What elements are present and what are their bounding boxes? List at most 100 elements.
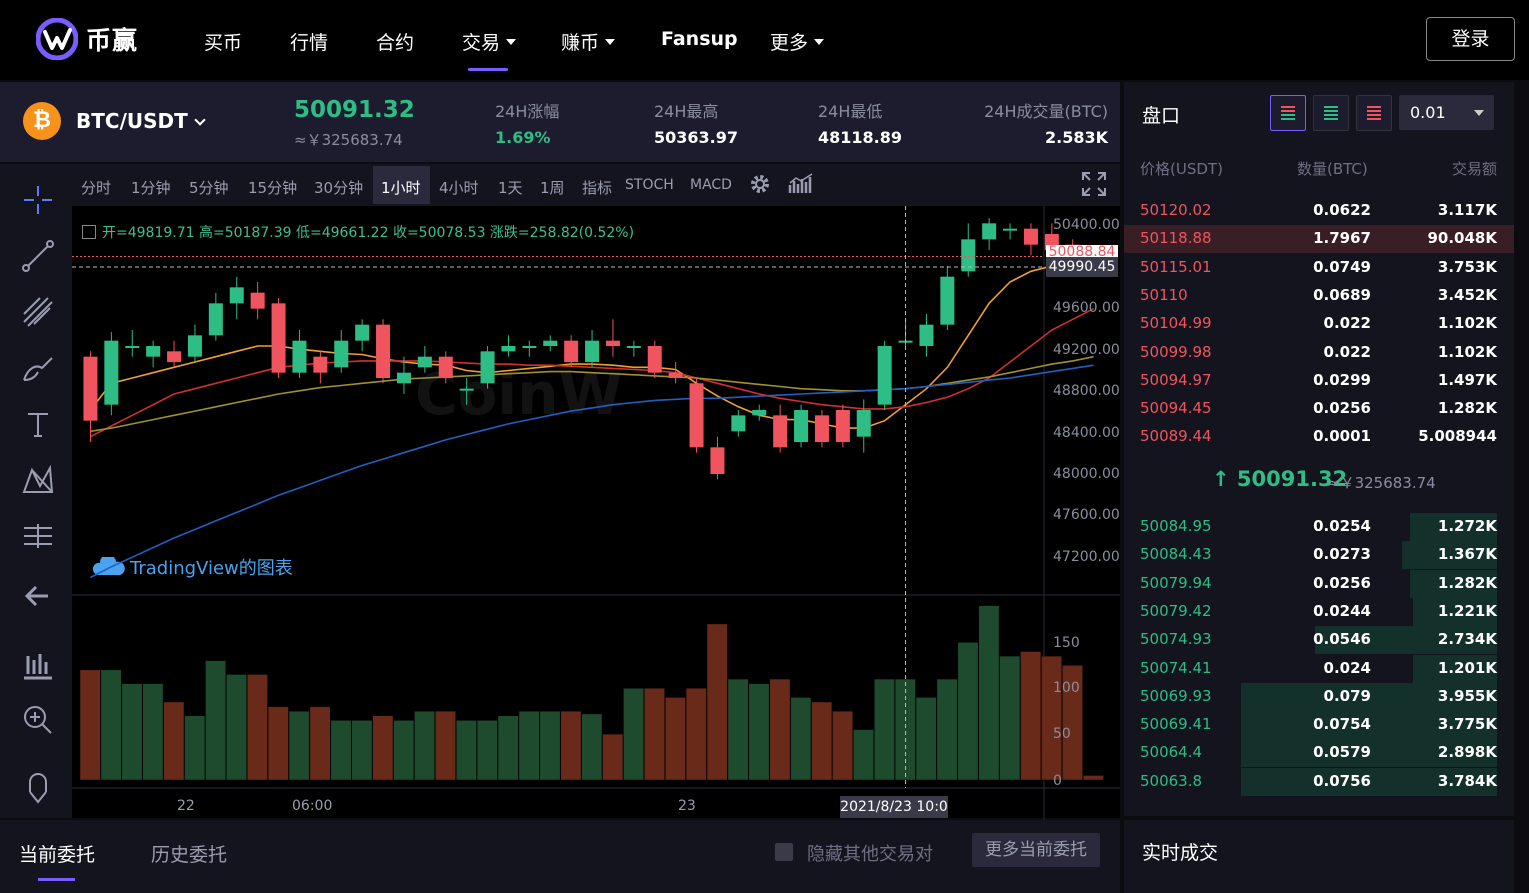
gear-icon[interactable] bbox=[748, 172, 772, 196]
view-asks-button[interactable] bbox=[1356, 95, 1392, 131]
pattern-icon[interactable] bbox=[20, 462, 56, 498]
arrow-back-icon[interactable] bbox=[20, 578, 56, 614]
nav-item-markets[interactable]: 行情 bbox=[290, 28, 328, 55]
volume-bar bbox=[205, 660, 227, 781]
nav-item-earn[interactable]: 赚币 bbox=[561, 28, 616, 55]
zoom-in-icon[interactable] bbox=[20, 702, 56, 738]
recent-trades-title: 实时成交 bbox=[1142, 842, 1219, 864]
volume-bar bbox=[414, 710, 436, 781]
pitchfork-icon[interactable] bbox=[20, 294, 56, 330]
brush-icon[interactable] bbox=[20, 350, 56, 386]
interval-15m[interactable]: 15分钟 bbox=[248, 177, 297, 198]
trend-line-icon[interactable] bbox=[20, 238, 56, 274]
interval-1w[interactable]: 1周 bbox=[540, 177, 565, 198]
chevron-down-icon bbox=[1474, 110, 1484, 116]
bid-row[interactable]: 50064.4 0.0579 2.898K bbox=[1124, 739, 1514, 768]
fullscreen-icon[interactable] bbox=[1081, 171, 1107, 197]
candlestick-chart[interactable] bbox=[72, 206, 1120, 820]
candles-icon[interactable] bbox=[20, 648, 56, 684]
candle-body bbox=[794, 410, 809, 442]
nav-item-fansup[interactable]: Fansup bbox=[661, 28, 738, 50]
volume-bar bbox=[1041, 655, 1063, 781]
text-tool-icon[interactable] bbox=[20, 406, 56, 442]
precision-select[interactable]: 0.01 bbox=[1399, 95, 1494, 130]
chart-type-icon[interactable] bbox=[788, 173, 814, 195]
nav-item-trade[interactable]: 交易 bbox=[462, 28, 517, 55]
ask-row[interactable]: 50099.98 0.022 1.102K bbox=[1124, 339, 1514, 367]
brand-logo[interactable]: 币赢 bbox=[36, 18, 138, 60]
y-tick-label: 48000.00 bbox=[1053, 466, 1120, 482]
candle-body bbox=[689, 383, 704, 448]
volume-bar bbox=[246, 674, 268, 781]
bid-row[interactable]: 50074.41 0.024 1.201K bbox=[1124, 654, 1514, 683]
bid-row[interactable]: 50069.41 0.0754 3.775K bbox=[1124, 711, 1514, 740]
more-orders-button[interactable]: 更多当前委托 bbox=[972, 833, 1100, 867]
moving-average-line bbox=[90, 364, 1094, 579]
ask-row[interactable]: 50094.45 0.0256 1.282K bbox=[1124, 395, 1514, 423]
bid-price: 50063.8 bbox=[1140, 771, 1203, 790]
ask-row[interactable]: 50118.88 1.7967 90.048K bbox=[1124, 225, 1514, 254]
pair-selector[interactable]: BTC/USDT bbox=[76, 109, 206, 133]
candle-body bbox=[271, 303, 286, 373]
hide-other-pairs-checkbox[interactable] bbox=[775, 843, 793, 861]
logo-icon bbox=[36, 18, 78, 60]
bid-row[interactable]: 50084.43 0.0273 1.367K bbox=[1124, 541, 1514, 570]
candle-body bbox=[814, 415, 829, 442]
interval-tick[interactable]: 分时 bbox=[81, 177, 111, 198]
bid-row[interactable]: 50079.42 0.0244 1.221K bbox=[1124, 597, 1514, 626]
interval-30m[interactable]: 30分钟 bbox=[314, 177, 363, 198]
ask-row[interactable]: 50104.99 0.022 1.102K bbox=[1124, 310, 1514, 338]
tab-order-history[interactable]: 历史委托 bbox=[151, 840, 227, 867]
interval-4h[interactable]: 4小时 bbox=[439, 177, 479, 198]
candle-body bbox=[396, 372, 411, 384]
col-header-qty: 数量(BTC) bbox=[1297, 160, 1368, 178]
magnet-icon[interactable] bbox=[20, 772, 56, 808]
bid-row[interactable]: 50074.93 0.0546 2.734K bbox=[1124, 626, 1514, 655]
volume-bar bbox=[999, 655, 1021, 781]
ask-row[interactable]: 50094.97 0.0299 1.497K bbox=[1124, 367, 1514, 395]
bid-row[interactable]: 50063.8 0.0756 3.784K bbox=[1124, 767, 1514, 796]
ask-row[interactable]: 50110 0.0689 3.452K bbox=[1124, 282, 1514, 310]
interval-5m[interactable]: 5分钟 bbox=[189, 177, 229, 198]
bid-row[interactable]: 50084.95 0.0254 1.272K bbox=[1124, 513, 1514, 541]
volume-bar bbox=[873, 678, 895, 781]
ask-price: 50099.98 bbox=[1140, 342, 1212, 361]
volume-bar bbox=[644, 687, 665, 781]
ask-price: 50115.01 bbox=[1140, 257, 1212, 276]
volume-bar bbox=[288, 710, 310, 781]
candle-body bbox=[1023, 228, 1038, 245]
indicators-button[interactable]: 指标 bbox=[582, 177, 612, 198]
stat-label-low: 24H最低 bbox=[818, 102, 883, 121]
ask-total: 1.102K bbox=[1437, 342, 1497, 361]
volume-bar bbox=[602, 733, 624, 781]
candle-body bbox=[835, 410, 850, 442]
login-button[interactable]: 登录 bbox=[1426, 17, 1515, 61]
ask-row[interactable]: 50089.44 0.0001 5.008944 bbox=[1124, 423, 1514, 451]
view-both-button[interactable] bbox=[1270, 95, 1306, 131]
indicator-stoch[interactable]: STOCH bbox=[625, 177, 674, 193]
measure-icon[interactable] bbox=[20, 518, 56, 554]
volume-bar bbox=[226, 674, 247, 781]
volume-bar bbox=[309, 706, 331, 781]
bid-row[interactable]: 50079.94 0.0256 1.282K bbox=[1124, 569, 1514, 598]
bid-qty: 0.0754 bbox=[1313, 715, 1371, 734]
nav-item-more[interactable]: 更多 bbox=[770, 28, 825, 55]
ask-row[interactable]: 50115.01 0.0749 3.753K bbox=[1124, 254, 1514, 282]
interval-1d[interactable]: 1天 bbox=[498, 177, 523, 198]
interval-1h[interactable]: 1小时 bbox=[381, 177, 421, 198]
tab-current-orders[interactable]: 当前委托 bbox=[19, 840, 95, 867]
candle-body bbox=[626, 346, 641, 348]
volume-bar bbox=[1082, 775, 1104, 781]
candle-body bbox=[731, 415, 746, 432]
interval-1m[interactable]: 1分钟 bbox=[131, 177, 171, 198]
candle-body bbox=[417, 356, 432, 368]
indicator-macd[interactable]: MACD bbox=[690, 177, 732, 193]
view-bids-button[interactable] bbox=[1313, 95, 1349, 131]
ask-row[interactable]: 50120.02 0.0622 3.117K bbox=[1124, 197, 1514, 225]
vol-tick-label: 150 bbox=[1053, 635, 1080, 651]
crosshair-icon[interactable] bbox=[20, 182, 56, 218]
bid-price: 50069.41 bbox=[1140, 715, 1212, 734]
nav-item-contracts[interactable]: 合约 bbox=[376, 28, 414, 55]
nav-item-buy-crypto[interactable]: 买币 bbox=[204, 28, 242, 55]
bid-row[interactable]: 50069.93 0.079 3.955K bbox=[1124, 682, 1514, 711]
